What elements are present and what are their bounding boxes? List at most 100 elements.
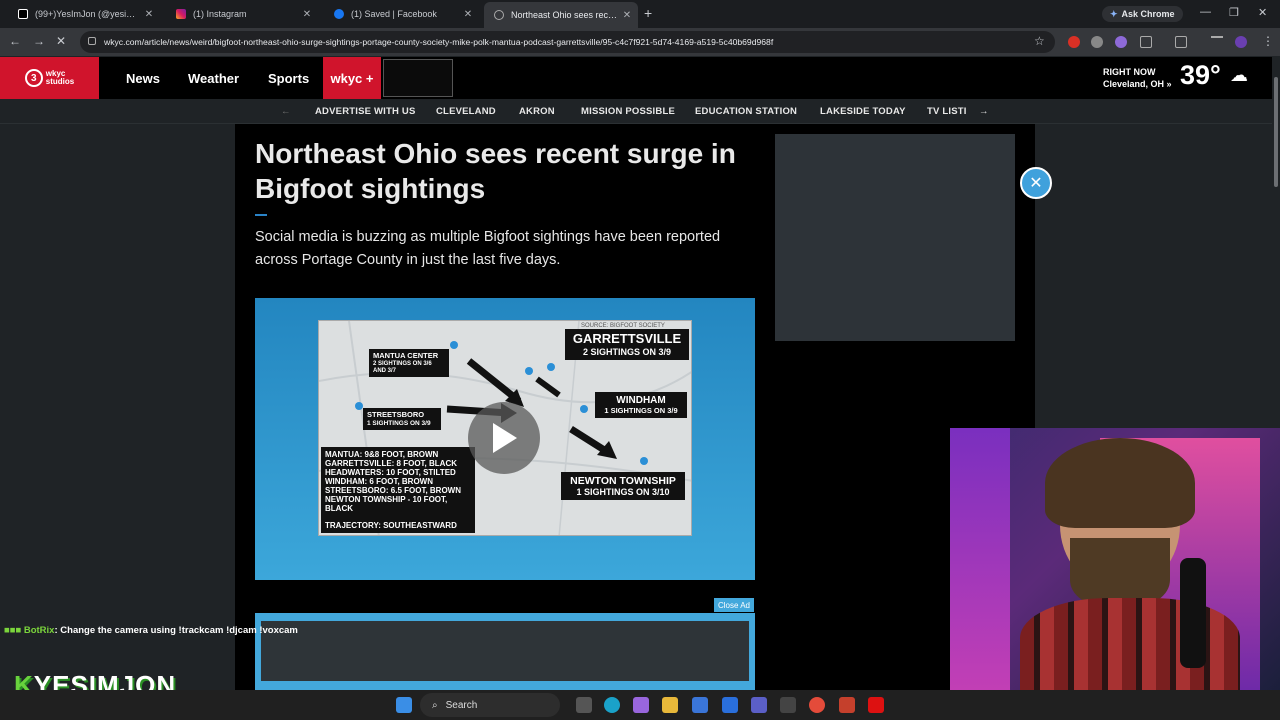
restore-icon[interactable]: ❐	[1229, 6, 1239, 19]
windham-title: WINDHAM	[616, 395, 666, 406]
close-tab-icon[interactable]: ✕	[300, 9, 314, 20]
sidebar-icon[interactable]	[1175, 36, 1187, 48]
subnav-tv-listings[interactable]: TV LISTI	[927, 106, 967, 117]
tab-label: (1) Instagram	[193, 9, 247, 19]
summary-line: GARRETTSVILLE: 8 FOOT, BLACK	[325, 459, 457, 468]
pin-app-icon[interactable]	[839, 697, 855, 713]
tab-facebook[interactable]: (1) Saved | Facebook ✕	[324, 4, 479, 24]
article-container: Northeast Ohio sees recent surge in Bigf…	[235, 124, 1035, 690]
nav-weather[interactable]: Weather	[188, 71, 239, 86]
wkyc-plus-button[interactable]: wkyc +	[323, 57, 381, 99]
extensions-puzzle-icon[interactable]	[1140, 36, 1152, 48]
site-info-icon[interactable]	[88, 37, 96, 45]
ad-content	[261, 621, 749, 681]
tiktok-icon	[18, 9, 28, 19]
close-overlay-icon[interactable]: ✕	[1020, 167, 1052, 199]
extension-purple-icon[interactable]	[1115, 36, 1127, 48]
downloads-icon[interactable]	[1211, 36, 1223, 48]
task-view-icon[interactable]	[576, 697, 592, 713]
tab-tiktok[interactable]: (99+)YesImJon (@yesimjon) | Ti ✕	[8, 4, 160, 24]
close-tab-icon[interactable]: ✕	[142, 9, 156, 20]
windham-sub: 1 SIGHTINGS ON 3/9	[604, 405, 678, 415]
chrome-icon[interactable]	[809, 697, 825, 713]
brand-sub: studios	[45, 77, 75, 86]
webcam-overlay	[950, 428, 1280, 690]
mantua-sub: 2 SIGHTINGS ON 3/6 AND 3/7	[373, 360, 432, 374]
back-icon[interactable]: ←	[9, 34, 21, 48]
article-dek: Social media is buzzing as multiple Bigf…	[255, 229, 721, 268]
channel-3-icon: 3	[24, 69, 43, 87]
taskbar-search[interactable]: ⌕ Search	[420, 693, 560, 717]
subnav-advertise[interactable]: ADVERTISE WITH US	[315, 106, 416, 117]
video-player[interactable]: SOURCE: BIGFOOT SOCIETY GARRETTSVILLE 2 …	[255, 298, 755, 580]
cloud-snow-icon: ☁	[1230, 65, 1248, 85]
streamer-shirt	[1020, 598, 1240, 690]
site-header: 3 wkyc studios News Weather Sports wkyc …	[0, 57, 1272, 99]
neon-light	[950, 428, 1010, 690]
subnav-akron[interactable]: AKRON	[519, 106, 555, 117]
headline-accent	[255, 214, 267, 216]
bot-name: BotRix	[23, 625, 55, 636]
browser-toolbar: ← → ✕ wkyc.com/article/news/weird/bigfoo…	[0, 28, 1280, 56]
close-tab-icon[interactable]: ✕	[620, 10, 634, 21]
tab-instagram[interactable]: (1) Instagram ✕	[166, 4, 318, 24]
edge-icon[interactable]	[604, 697, 620, 713]
close-ad-button[interactable]: Close Ad	[714, 598, 754, 612]
bottom-ad-banner	[255, 613, 755, 690]
windows-start-icon[interactable]	[396, 697, 412, 713]
summary-line: NEWTON TOWNSHIP - 10 FOOT, BLACK	[325, 495, 448, 513]
forward-icon[interactable]: →	[33, 34, 45, 48]
chat-bot-message: ■■■ BotRix: Change the camera using !tra…	[4, 625, 298, 636]
bot-message: : Change the camera using !trackcam !djc…	[54, 625, 298, 636]
tab-label: Northeast Ohio sees recent sur	[511, 10, 620, 20]
menu-dots-icon[interactable]: ⋮	[1262, 34, 1274, 48]
facebook-icon	[334, 9, 344, 19]
profile-avatar[interactable]	[1235, 36, 1247, 48]
minimize-icon[interactable]: —	[1200, 6, 1211, 18]
subnav-lakeside-today[interactable]: LAKESIDE TODAY	[820, 106, 906, 117]
weather-location: Cleveland, OH »	[1103, 79, 1172, 89]
sightings-summary: MANTUA: 9&8 FOOT, BROWN GARRETTSVILLE: 8…	[321, 447, 475, 533]
subnav-mission-possible[interactable]: MISSION POSSIBLE	[581, 106, 675, 117]
app-icon[interactable]	[780, 697, 796, 713]
close-window-icon[interactable]: ✕	[1258, 6, 1267, 19]
sidebar-ad	[775, 134, 1015, 341]
address-bar[interactable]: wkyc.com/article/news/weird/bigfoot-nort…	[80, 31, 1055, 53]
play-button[interactable]	[468, 402, 540, 474]
obs-icon[interactable]	[868, 697, 884, 713]
instagram-icon	[176, 9, 186, 19]
article-headline: Northeast Ohio sees recent surge in Bigf…	[255, 138, 736, 204]
extension-red-icon[interactable]	[1068, 36, 1080, 48]
store-icon[interactable]	[692, 697, 708, 713]
weather-temperature: 39°	[1180, 60, 1221, 90]
mantua-title: MANTUA CENTER	[373, 351, 439, 360]
header-ad-slot	[383, 59, 453, 97]
bookmark-star-icon[interactable]: ☆	[1034, 34, 1045, 48]
teams-icon[interactable]	[751, 697, 767, 713]
subnav-prev-arrow-icon[interactable]: ←	[281, 106, 291, 117]
label-newton-township: NEWTON TOWNSHIP 1 SIGHTINGS ON 3/10	[561, 472, 685, 501]
summary-line: MANTUA: 9&8 FOOT, BROWN	[325, 450, 439, 459]
label-windham: WINDHAM 1 SIGHTINGS ON 3/9	[595, 392, 687, 419]
new-tab-button[interactable]: +	[644, 5, 652, 21]
nav-sports[interactable]: Sports	[268, 71, 309, 86]
stop-loading-icon[interactable]: ✕	[56, 34, 66, 48]
file-explorer-icon[interactable]	[662, 697, 678, 713]
close-tab-icon[interactable]: ✕	[461, 9, 475, 20]
newton-sub: 1 SIGHTINGS ON 3/10	[576, 487, 670, 498]
nav-news[interactable]: News	[126, 71, 160, 86]
subnav-next-arrow-icon[interactable]: →	[979, 106, 989, 117]
url-text: wkyc.com/article/news/weird/bigfoot-nort…	[104, 37, 774, 47]
ask-chrome-button[interactable]: ✦ Ask Chrome	[1102, 6, 1183, 22]
extension-gray-icon[interactable]	[1091, 36, 1103, 48]
scrollbar-thumb[interactable]	[1274, 77, 1278, 187]
weather-widget[interactable]: RIGHT NOW Cleveland, OH »	[1103, 66, 1172, 90]
tab-article[interactable]: Northeast Ohio sees recent sur ✕	[484, 2, 638, 28]
copilot-icon[interactable]	[633, 697, 649, 713]
subnav-cleveland[interactable]: CLEVELAND	[436, 106, 496, 117]
mail-icon[interactable]	[722, 697, 738, 713]
tab-label: (1) Saved | Facebook	[351, 9, 437, 19]
search-icon: ⌕	[432, 699, 438, 711]
wkyc-logo[interactable]: 3 wkyc studios	[0, 57, 99, 99]
subnav-education-station[interactable]: EDUCATION STATION	[695, 106, 797, 117]
